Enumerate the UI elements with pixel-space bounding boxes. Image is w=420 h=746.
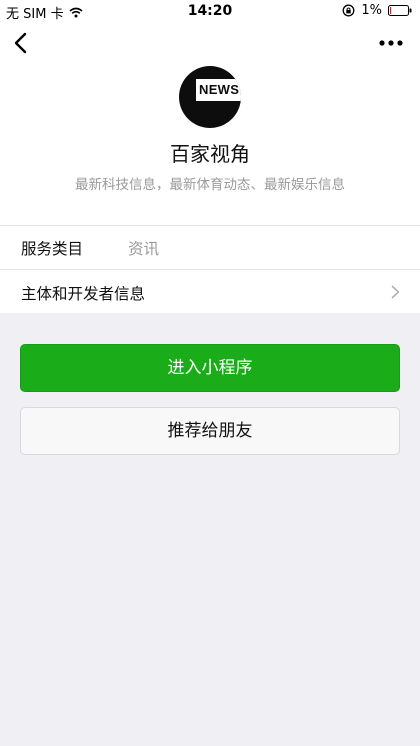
app-name: 百家视角 (170, 142, 250, 166)
category-label: 服务类目 (21, 240, 84, 258)
orientation-lock-icon (342, 4, 355, 17)
battery-icon (388, 5, 412, 16)
app-description: 最新科技信息，最新体育动态、最新娱乐信息 (75, 177, 345, 193)
battery-percent: 1% (361, 3, 382, 18)
recommend-to-friend-button[interactable]: 推荐给朋友 (20, 407, 400, 455)
app-info-panel: 无 SIM 卡 14:20 1% NEWS 百家视角 最新科技信息，最新体育动态… (0, 0, 420, 313)
category-row: 服务类目 资讯 (0, 225, 420, 269)
category-value: 资讯 (128, 240, 160, 258)
developer-info-label: 主体和开发者信息 (21, 285, 146, 303)
developer-info-row[interactable]: 主体和开发者信息 (0, 270, 420, 314)
chevron-right-icon (391, 285, 400, 299)
more-options-button[interactable] (378, 34, 404, 52)
back-button[interactable] (10, 30, 34, 56)
enter-mini-program-button[interactable]: 进入小程序 (20, 344, 400, 392)
logo-badge: NEWS (196, 79, 241, 101)
status-bar: 无 SIM 卡 14:20 1% (0, 0, 420, 22)
screen: 无 SIM 卡 14:20 1% NEWS 百家视角 最新科技信息，最新体育动态… (0, 0, 420, 746)
app-logo: NEWS (179, 66, 241, 128)
status-right: 1% (342, 3, 412, 18)
